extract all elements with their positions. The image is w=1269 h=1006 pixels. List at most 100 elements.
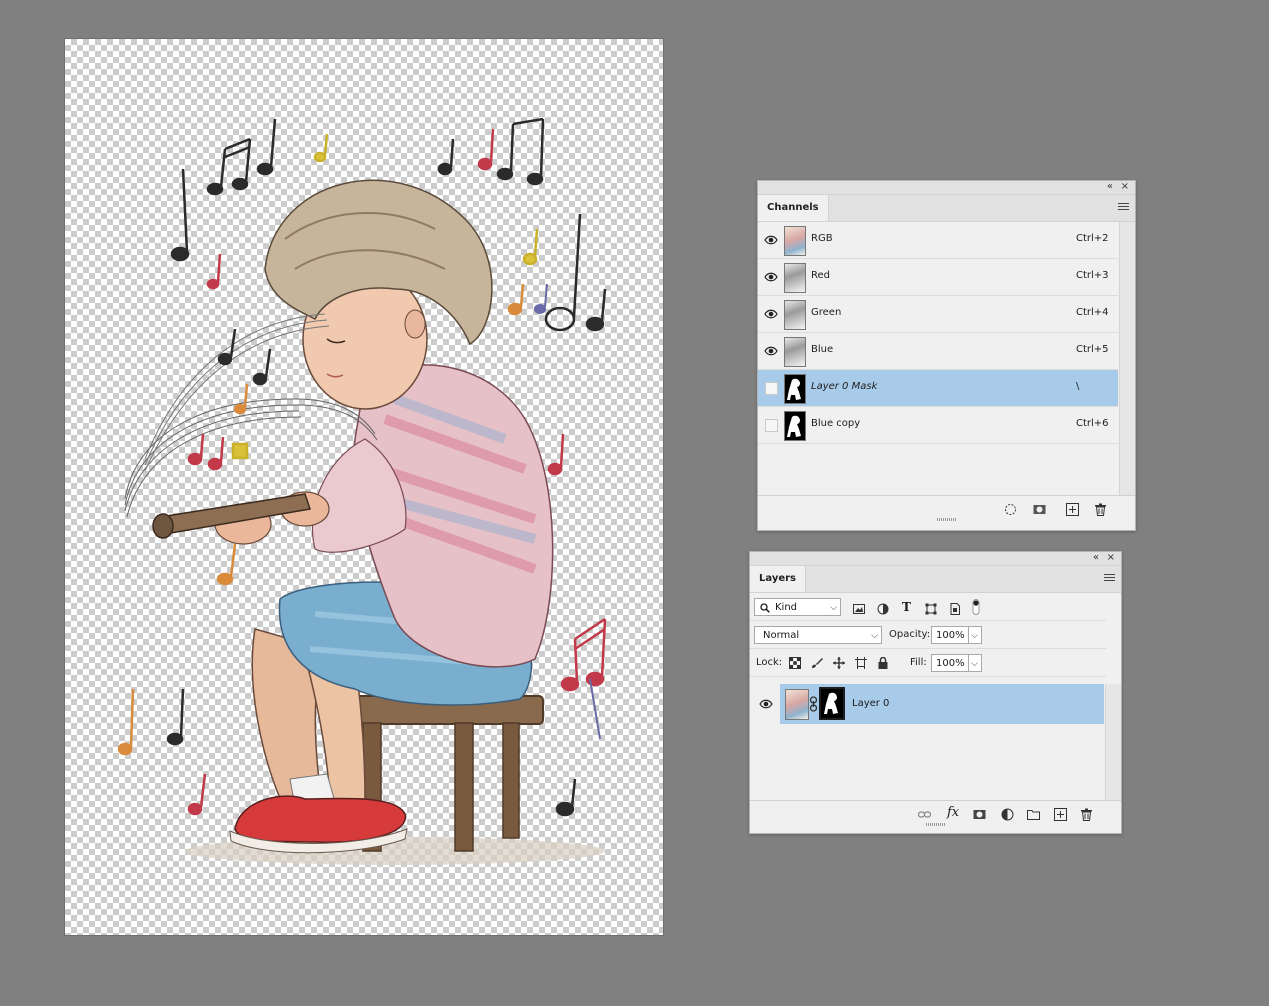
visibility-toggle[interactable]	[765, 382, 778, 395]
layer-name[interactable]: Layer 0	[852, 698, 889, 709]
lock-all-icon[interactable]	[877, 657, 889, 669]
layer-mask-thumbnail[interactable]	[819, 687, 845, 720]
layer-thumbnail[interactable]	[785, 689, 809, 720]
shape-filter-icon[interactable]	[925, 603, 937, 615]
visibility-toggle[interactable]	[765, 419, 778, 432]
panel-topbar: « ×	[750, 552, 1121, 566]
layer-row[interactable]: Layer 0	[750, 684, 1106, 724]
load-selection-icon[interactable]	[1004, 503, 1017, 516]
tab-row: Channels	[758, 195, 1135, 222]
group-folder-icon[interactable]	[1027, 808, 1040, 821]
lock-label: Lock:	[756, 657, 783, 668]
channel-row[interactable]: Layer 0 Mask \	[758, 370, 1118, 407]
channel-row[interactable]: Green Ctrl+4	[758, 296, 1118, 333]
channel-thumbnail	[784, 226, 806, 256]
opacity-input[interactable]: 100%	[931, 626, 969, 644]
filter-kind-value: Kind	[775, 602, 798, 613]
channels-panel: « × Channels RGB Ctrl+2 Red Ctrl+3 Green Ctrl…	[757, 180, 1136, 531]
fill-dropdown[interactable]: ⌵	[968, 654, 982, 672]
blend-row: Normal ⌵ Opacity: 100% ⌵	[750, 621, 1106, 649]
lock-image-pixels-icon[interactable]	[811, 657, 823, 669]
filter-kind-select[interactable]: Kind ⌵	[754, 598, 841, 616]
layers-scrollbar[interactable]	[1105, 684, 1121, 800]
adjustment-layer-icon[interactable]	[1001, 808, 1014, 821]
lock-row: Lock: Fill: 100% ⌵	[750, 649, 1106, 677]
channel-name: Blue copy	[811, 418, 861, 429]
channel-shortcut: Ctrl+6	[1076, 418, 1109, 429]
channel-row[interactable]: Blue copy Ctrl+6	[758, 407, 1118, 444]
opacity-value: 100%	[936, 630, 965, 641]
smart-object-filter-icon[interactable]	[949, 603, 961, 615]
panel-menu-icon[interactable]	[1118, 203, 1129, 212]
channel-shortcut: Ctrl+4	[1076, 307, 1109, 318]
channel-shortcut: Ctrl+5	[1076, 344, 1109, 355]
channel-shortcut: Ctrl+2	[1076, 233, 1109, 244]
adjustment-filter-icon[interactable]	[877, 603, 889, 615]
filter-row: Kind ⌵ T	[750, 593, 1106, 621]
channel-shortcut: Ctrl+3	[1076, 270, 1109, 281]
channel-thumbnail	[784, 263, 806, 293]
lock-transparent-pixels-icon[interactable]	[789, 657, 801, 669]
channel-thumbnail	[784, 411, 806, 441]
eye-icon[interactable]	[764, 308, 778, 320]
eye-icon[interactable]	[759, 698, 773, 710]
close-panel-icon[interactable]: ×	[1107, 552, 1115, 564]
resize-grip[interactable]	[925, 823, 946, 826]
search-icon	[760, 603, 770, 613]
eye-icon[interactable]	[764, 271, 778, 283]
document-canvas[interactable]	[65, 39, 663, 935]
canvas-artwork	[117, 117, 607, 865]
collapse-panel-icon[interactable]: «	[1093, 552, 1099, 564]
eye-icon[interactable]	[764, 234, 778, 246]
link-layers-icon[interactable]	[918, 808, 931, 821]
fill-input[interactable]: 100%	[931, 654, 969, 672]
pixel-filter-icon[interactable]	[853, 603, 865, 615]
lock-artboard-icon[interactable]	[855, 657, 867, 669]
new-channel-icon[interactable]	[1066, 503, 1079, 516]
channel-row[interactable]: Blue Ctrl+5	[758, 333, 1118, 370]
chevron-down-icon: ⌵	[971, 659, 978, 669]
channel-row[interactable]: RGB Ctrl+2	[758, 222, 1118, 259]
channels-scrollbar[interactable]	[1119, 222, 1135, 495]
channel-name: RGB	[811, 233, 833, 244]
channel-thumbnail	[784, 300, 806, 330]
layers-panel: « × Layers Kind ⌵ T Normal ⌵ Opacity: 10…	[749, 551, 1122, 834]
chevron-down-icon: ⌵	[971, 631, 978, 641]
lock-position-icon[interactable]	[833, 657, 845, 669]
channels-bottom-bar	[758, 495, 1135, 522]
channel-thumbnail	[784, 374, 806, 404]
resize-grip[interactable]	[936, 518, 957, 521]
save-selection-icon[interactable]	[1033, 503, 1046, 516]
delete-channel-icon[interactable]	[1094, 503, 1107, 516]
red-shoe	[234, 795, 406, 843]
panel-topbar: « ×	[758, 181, 1135, 195]
opacity-label: Opacity:	[889, 629, 931, 640]
new-layer-icon[interactable]	[1054, 808, 1067, 821]
tab-layers[interactable]: Layers	[750, 566, 806, 592]
link-icon[interactable]	[809, 696, 818, 712]
filter-toggle-icon[interactable]	[972, 599, 980, 615]
layer-style-fx-icon[interactable]: fx	[947, 805, 959, 820]
chevron-down-icon: ⌵	[871, 631, 878, 641]
type-filter-icon[interactable]: T	[902, 600, 911, 614]
channel-list: RGB Ctrl+2 Red Ctrl+3 Green Ctrl+4 Blue Ctrl+5 L…	[758, 222, 1118, 444]
delete-layer-icon[interactable]	[1080, 808, 1093, 821]
tab-row: Layers	[750, 566, 1121, 593]
channel-row[interactable]: Red Ctrl+3	[758, 259, 1118, 296]
channel-shortcut: \	[1076, 381, 1080, 392]
blend-mode-select[interactable]: Normal ⌵	[754, 626, 882, 644]
tab-channels[interactable]: Channels	[758, 195, 829, 221]
channel-name: Layer 0 Mask	[811, 381, 878, 392]
fill-label: Fill:	[910, 657, 927, 668]
opacity-dropdown[interactable]: ⌵	[968, 626, 982, 644]
channel-name: Blue	[811, 344, 834, 355]
channel-name: Green	[811, 307, 842, 318]
eye-icon[interactable]	[764, 345, 778, 357]
fill-value: 100%	[936, 658, 965, 669]
channel-name: Red	[811, 270, 830, 281]
add-mask-icon[interactable]	[973, 808, 986, 821]
close-panel-icon[interactable]: ×	[1121, 181, 1129, 193]
collapse-panel-icon[interactable]: «	[1107, 181, 1113, 193]
panel-menu-icon[interactable]	[1104, 574, 1115, 583]
blend-mode-value: Normal	[763, 630, 800, 641]
